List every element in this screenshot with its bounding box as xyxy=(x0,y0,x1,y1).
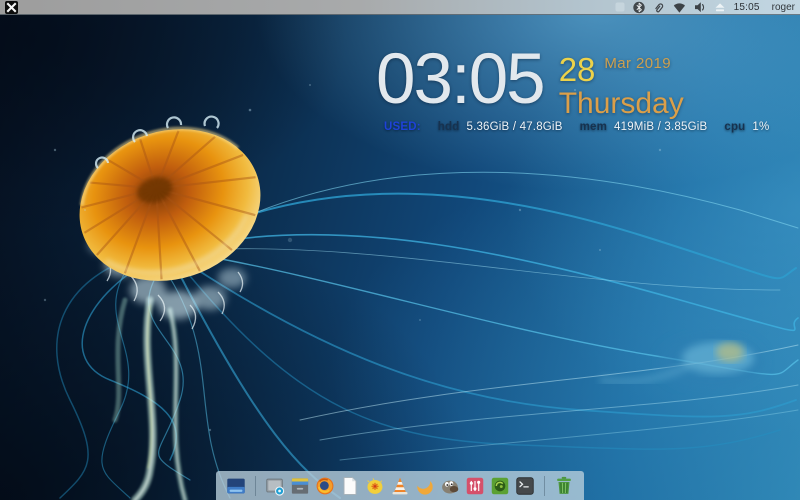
used-label: USED: xyxy=(384,121,421,133)
dock-item-gimp[interactable] xyxy=(439,475,461,497)
date-day: 28 xyxy=(559,53,596,86)
tentacles-right xyxy=(185,172,798,460)
eject-icon[interactable] xyxy=(714,1,726,13)
dock-item-orange-crescent[interactable] xyxy=(414,475,436,497)
gimp-icon xyxy=(439,475,461,497)
cpu-value: 1% xyxy=(752,121,769,133)
indicator-icon[interactable] xyxy=(615,2,625,12)
terminal-icon xyxy=(514,475,536,497)
system-tray: 15:05 roger xyxy=(615,1,795,14)
blue-window-icon xyxy=(225,475,247,497)
user-menu[interactable]: roger xyxy=(772,2,795,13)
red-mixer-icon xyxy=(464,475,486,497)
date-month-year: Mar 2019 xyxy=(604,55,671,72)
dock-item-red-mixer[interactable] xyxy=(464,475,486,497)
mem-label: mem xyxy=(580,121,607,133)
volume-icon[interactable] xyxy=(694,1,706,13)
desktop-screen: 15:05 roger 03:05 28 Mar 2019 Thursday U… xyxy=(0,0,800,500)
dock-item-document[interactable] xyxy=(339,475,361,497)
wifi-icon[interactable] xyxy=(673,1,686,13)
dock-item-file-drawer[interactable] xyxy=(289,475,311,497)
yellow-chick-icon xyxy=(364,475,386,497)
dock-item-green-eye-app[interactable] xyxy=(489,475,511,497)
clipboard-paperclip-icon[interactable] xyxy=(653,1,665,14)
top-panel: 15:05 roger xyxy=(0,0,800,15)
jellyfish-bell xyxy=(60,106,281,304)
dock xyxy=(216,471,584,500)
applications-menu-button[interactable] xyxy=(5,1,18,14)
mem-value: 419MiB / 3.85GiB xyxy=(614,121,707,133)
date-weekday: Thursday xyxy=(559,87,684,120)
x-logo-icon xyxy=(5,1,18,14)
trash-icon xyxy=(553,475,575,497)
clock-time: 03:05 xyxy=(376,44,544,120)
orange-crescent-icon xyxy=(414,475,436,497)
file-drawer-icon xyxy=(289,475,311,497)
gray-window-blue-dot-icon xyxy=(264,475,286,497)
dock-item-firefox[interactable] xyxy=(314,475,336,497)
dock-item-gray-window-blue-dot[interactable] xyxy=(264,475,286,497)
dock-item-blue-window[interactable] xyxy=(225,475,247,497)
conky-system-stats: USED: hdd 5.36GiB / 47.8GiB mem 419MiB /… xyxy=(384,121,769,133)
hdd-value: 5.36GiB / 47.8GiB xyxy=(466,121,562,133)
cpu-label: cpu xyxy=(724,121,745,133)
conky-clock-widget: 03:05 28 Mar 2019 Thursday xyxy=(376,44,684,120)
bluetooth-icon[interactable] xyxy=(633,1,645,14)
panel-clock[interactable]: 15:05 xyxy=(734,2,760,13)
dock-separator xyxy=(255,476,256,496)
dock-item-trash[interactable] xyxy=(553,475,575,497)
secondary-jellyfish xyxy=(600,335,764,389)
firefox-icon xyxy=(314,475,336,497)
dock-item-yellow-chick[interactable] xyxy=(364,475,386,497)
document-icon xyxy=(339,475,361,497)
hdd-label: hdd xyxy=(438,121,460,133)
clock-date-block: 28 Mar 2019 Thursday xyxy=(559,44,684,120)
green-eye-app-icon xyxy=(489,475,511,497)
dock-separator xyxy=(544,476,545,496)
vlc-cone-icon xyxy=(389,475,411,497)
dock-item-vlc[interactable] xyxy=(389,475,411,497)
dock-item-terminal[interactable] xyxy=(514,475,536,497)
